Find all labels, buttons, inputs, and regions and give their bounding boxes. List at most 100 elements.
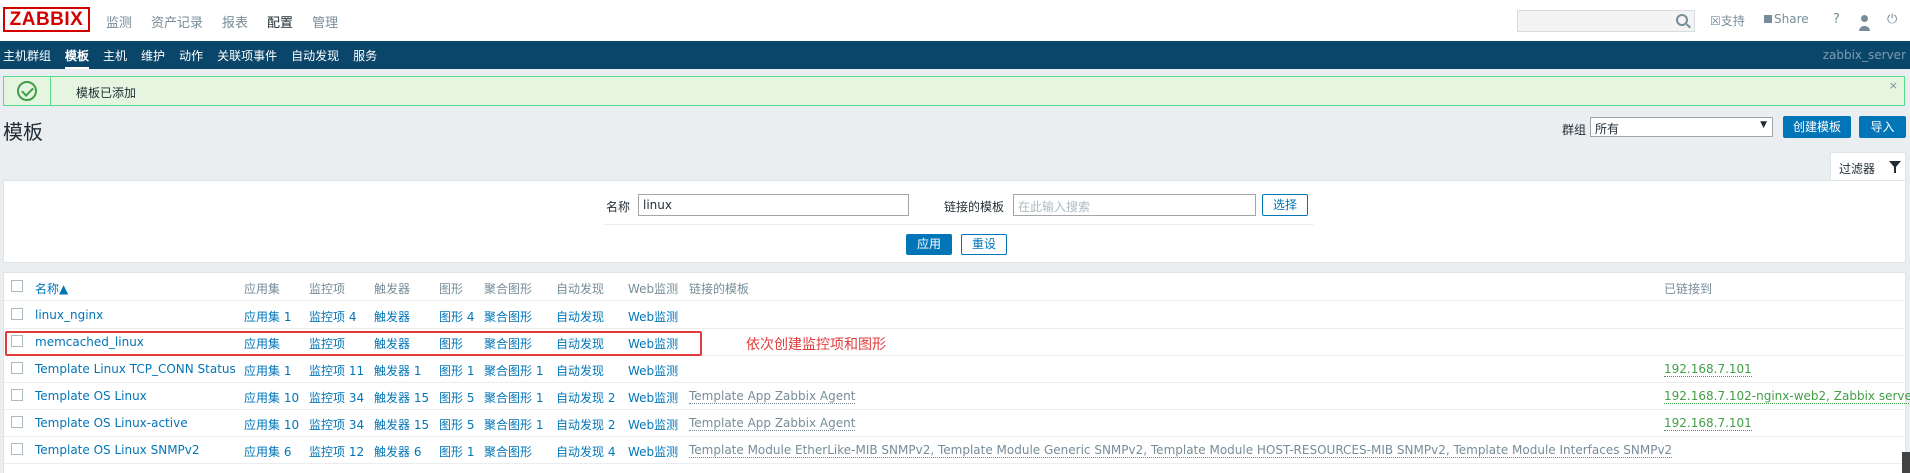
- apps-link[interactable]: 应用集 10: [244, 416, 299, 433]
- row-checkbox[interactable]: [11, 416, 23, 428]
- search-input[interactable]: [1517, 10, 1695, 32]
- triggers-link[interactable]: 触发器 15: [374, 389, 429, 406]
- linked-to-link[interactable]: 192.168.7.102-nginx-web2, Zabbix server: [1664, 389, 1910, 404]
- graphs-link[interactable]: 图形 1: [439, 443, 474, 460]
- share-link[interactable]: Share: [1764, 12, 1809, 26]
- apply-button[interactable]: 应用: [906, 234, 952, 255]
- subnav-correlation[interactable]: 关联项事件: [217, 47, 277, 69]
- linked-to-link[interactable]: 192.168.7.101: [1664, 362, 1752, 377]
- screens-link[interactable]: 聚合图形: [484, 443, 532, 460]
- graphs-link[interactable]: 图形 5: [439, 389, 474, 406]
- triggers-link[interactable]: 触发器 15: [374, 416, 429, 433]
- discovery-link[interactable]: 自动发现 4: [556, 443, 615, 460]
- apps-link[interactable]: 应用集 10: [244, 389, 299, 406]
- items-link[interactable]: 监控项 34: [309, 416, 364, 433]
- row-checkbox[interactable]: [11, 443, 23, 455]
- triggers-link[interactable]: 触发器 1: [374, 362, 421, 379]
- reset-button[interactable]: 重设: [961, 234, 1007, 255]
- user-icon[interactable]: [1859, 12, 1870, 31]
- select-all-checkbox[interactable]: [11, 280, 23, 292]
- check-circle-icon: [17, 81, 37, 101]
- linked-to-link[interactable]: 192.168.7.101: [1664, 416, 1752, 431]
- row-checkbox[interactable]: [11, 362, 23, 374]
- screens-link[interactable]: 聚合图形 1: [484, 416, 543, 433]
- subnav-hosts[interactable]: 主机: [103, 47, 127, 69]
- search-icon[interactable]: [1676, 14, 1688, 26]
- group-select[interactable]: 所有 ▼: [1590, 117, 1773, 137]
- nav-monitoring[interactable]: 监测: [106, 12, 132, 31]
- header-graphs: 图形: [439, 282, 464, 296]
- row-checkbox[interactable]: [11, 389, 23, 401]
- template-name[interactable]: Template Linux TCP_CONN Status: [35, 362, 236, 376]
- items-link[interactable]: 监控项 11: [309, 362, 364, 379]
- screens-link[interactable]: 聚合图形 1: [484, 362, 543, 379]
- triggers-link[interactable]: 触发器: [374, 308, 410, 325]
- web-link[interactable]: Web监测: [628, 308, 678, 325]
- graphs-link[interactable]: 图形 4: [439, 308, 474, 325]
- server-name: zabbix_server: [1822, 48, 1906, 62]
- screens-link[interactable]: 聚合图形 1: [484, 389, 543, 406]
- sub-nav: 主机群组 模板 主机 维护 动作 关联项事件 自动发现 服务 zabbix_se…: [0, 41, 1910, 69]
- web-link[interactable]: Web监测: [628, 362, 678, 379]
- template-name[interactable]: linux_nginx: [35, 308, 103, 322]
- support-link[interactable]: ☒支持: [1710, 12, 1745, 29]
- nav-configuration[interactable]: 配置: [267, 12, 293, 31]
- close-icon[interactable]: ×: [1889, 79, 1898, 92]
- group-label: 群组: [1562, 123, 1587, 137]
- apps-link[interactable]: 应用集 1: [244, 308, 291, 325]
- header-name[interactable]: 名称▲: [35, 280, 68, 297]
- linked-templates-input[interactable]: 在此输入搜索: [1013, 194, 1256, 216]
- highlight-box: [5, 331, 702, 356]
- discovery-link[interactable]: 自动发现: [556, 308, 604, 325]
- graphs-link[interactable]: 图形 5: [439, 416, 474, 433]
- subnav-actions[interactable]: 动作: [179, 47, 203, 69]
- import-button[interactable]: 导入: [1859, 116, 1906, 138]
- header-screens: 聚合图形: [484, 282, 533, 296]
- header-linked-to: 已链接到: [1664, 282, 1713, 296]
- subnav-discovery[interactable]: 自动发现: [291, 47, 339, 69]
- main-nav: 监测 资产记录 报表 配置 管理: [106, 12, 357, 31]
- help-icon[interactable]: ?: [1833, 12, 1840, 27]
- web-link[interactable]: Web监测: [628, 443, 678, 460]
- triggers-link[interactable]: 触发器 6: [374, 443, 421, 460]
- items-link[interactable]: 监控项 12: [309, 443, 364, 460]
- create-template-button[interactable]: 创建模板: [1783, 116, 1851, 138]
- subnav-services[interactable]: 服务: [353, 47, 377, 69]
- apps-link[interactable]: 应用集 6: [244, 443, 291, 460]
- table-row: linux_nginx 应用集 1 监控项 4 触发器 图形 4 聚合图形 自动…: [4, 301, 1905, 329]
- subnav-templates[interactable]: 模板: [65, 47, 90, 69]
- filter-tab[interactable]: 过滤器: [1830, 152, 1906, 181]
- row-checkbox[interactable]: [11, 308, 23, 320]
- screens-link[interactable]: 聚合图形: [484, 308, 532, 325]
- template-name[interactable]: Template OS Linux SNMPv2: [35, 443, 200, 457]
- header-apps: 应用集: [244, 282, 281, 296]
- web-link[interactable]: Web监测: [628, 416, 678, 433]
- items-link[interactable]: 监控项 4: [309, 308, 356, 325]
- discovery-link[interactable]: 自动发现: [556, 362, 604, 379]
- nav-reports[interactable]: 报表: [222, 12, 248, 31]
- power-icon[interactable]: ⏻: [1887, 12, 1897, 27]
- template-name[interactable]: Template OS Linux-active: [35, 416, 188, 430]
- apps-link[interactable]: 应用集 1: [244, 362, 291, 379]
- table-row: Template OS Linux 应用集 10 监控项 34 触发器 15 图…: [4, 382, 1910, 410]
- subnav-host-groups[interactable]: 主机群组: [3, 47, 51, 69]
- linked-template-link[interactable]: Template App Zabbix Agent: [689, 389, 856, 404]
- discovery-link[interactable]: 自动发现 2: [556, 389, 615, 406]
- headset-icon: ☒: [1710, 14, 1721, 28]
- linked-template-link[interactable]: Template Module EtherLike-MIB SNMPv2, Te…: [689, 443, 1673, 458]
- linked-template-link[interactable]: Template App Zabbix Agent: [689, 416, 856, 431]
- name-input[interactable]: linux: [638, 194, 909, 216]
- graphs-link[interactable]: 图形 1: [439, 362, 474, 379]
- web-link[interactable]: Web监测: [628, 389, 678, 406]
- subnav-maintenance[interactable]: 维护: [141, 47, 165, 69]
- select-button[interactable]: 选择: [1262, 194, 1308, 216]
- top-header: ZABBIX 监测 资产记录 报表 配置 管理 ☒支持 Share ? ⏻: [0, 0, 1910, 42]
- zabbix-logo[interactable]: ZABBIX: [3, 7, 90, 32]
- template-name[interactable]: Template OS Linux: [35, 389, 147, 403]
- items-link[interactable]: 监控项 34: [309, 389, 364, 406]
- scrollbar[interactable]: [1902, 452, 1910, 473]
- templates-table: 名称▲ 应用集 监控项 触发器 图形 聚合图形 自动发现 Web监测 链接的模板…: [3, 272, 1910, 473]
- discovery-link[interactable]: 自动发现 2: [556, 416, 615, 433]
- nav-inventory[interactable]: 资产记录: [151, 12, 203, 31]
- nav-administration[interactable]: 管理: [312, 12, 338, 31]
